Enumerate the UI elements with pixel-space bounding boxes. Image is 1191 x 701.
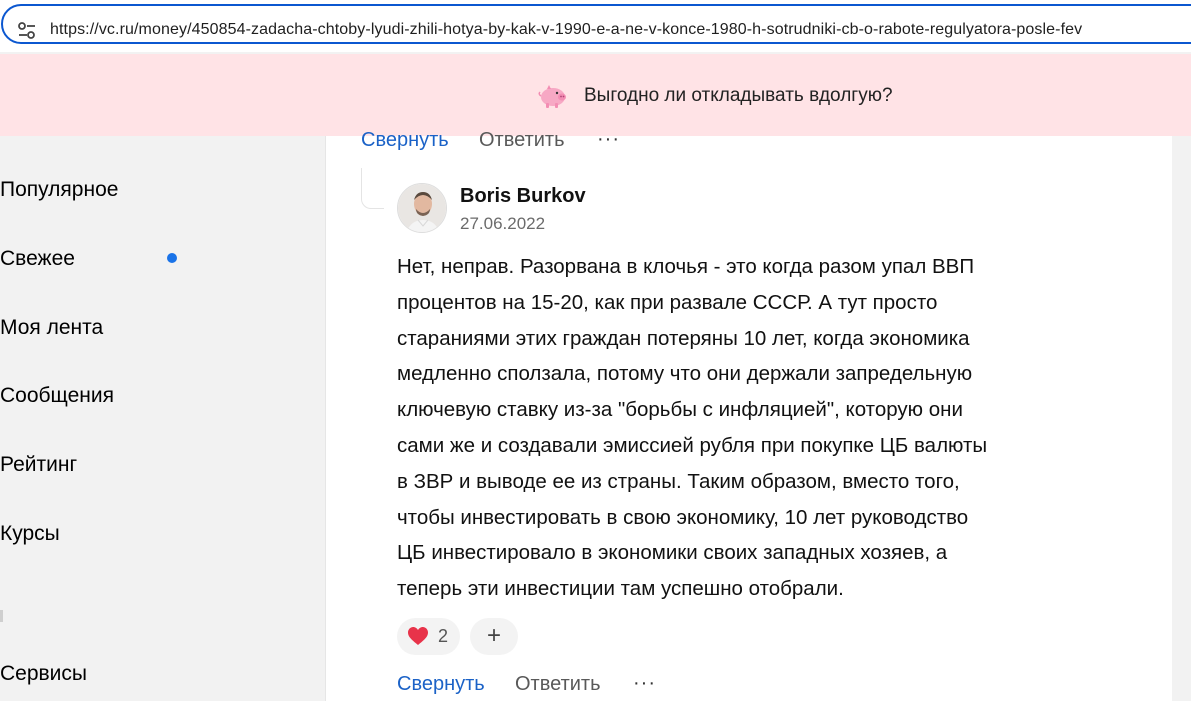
- comment-line: ЦБ инвестировало в экономики своих запад…: [397, 541, 948, 565]
- url-field[interactable]: https://vc.ru/money/450854-zadacha-chtob…: [1, 4, 1191, 44]
- address-bar: https://vc.ru/money/450854-zadacha-chtob…: [0, 0, 1191, 52]
- sidebar-item-rating[interactable]: Рейтинг: [0, 453, 77, 477]
- reply-button[interactable]: Ответить: [515, 673, 601, 696]
- url-text[interactable]: https://vc.ru/money/450854-zadacha-chtob…: [50, 21, 1082, 39]
- parent-reply-button[interactable]: Ответить: [479, 129, 565, 152]
- comment-line: Нет, неправ. Разорвана в клочья - это ко…: [397, 255, 975, 278]
- sidebar-divider: [0, 610, 3, 622]
- sidebar-item-courses[interactable]: Курсы: [0, 522, 60, 546]
- collapse-button[interactable]: Свернуть: [397, 673, 485, 696]
- comment-date[interactable]: 27.06.2022: [460, 214, 545, 234]
- more-icon[interactable]: ···: [633, 672, 656, 695]
- thread-connector: [361, 168, 384, 209]
- avatar[interactable]: [397, 183, 447, 233]
- comment-line: ключевую ставку из-за "борьбы с инфляцие…: [397, 398, 963, 422]
- comment-author[interactable]: Boris Burkov: [460, 185, 586, 208]
- piggy-bank-icon: [538, 85, 566, 108]
- comment-line: процентов на 15-20, как при развале СССР…: [397, 290, 938, 314]
- banner-text[interactable]: Выгодно ли откладывать вдолгую?: [584, 85, 893, 107]
- parent-more-icon[interactable]: ···: [597, 128, 620, 151]
- sidebar-item-popular[interactable]: Популярное: [0, 178, 118, 202]
- comment-text: Нет, неправ. Разорвана в клочья - это ко…: [397, 249, 1102, 607]
- tune-icon[interactable]: [17, 21, 37, 41]
- heart-icon: [408, 627, 428, 645]
- new-indicator-dot: [167, 253, 177, 263]
- avatar-photo-icon: [398, 184, 446, 232]
- comment-line: сами же и создавали эмиссией рубля при п…: [397, 433, 988, 457]
- sidebar-item-fresh[interactable]: Свежее: [0, 247, 75, 271]
- comment-line: теперь эти инвестиции там успешно отобра…: [397, 577, 844, 601]
- comment-line: чтобы инвестировать в свою экономику, 10…: [397, 505, 969, 529]
- sidebar: [0, 136, 292, 701]
- add-reaction-button[interactable]: +: [470, 618, 518, 655]
- reaction-count: 2: [438, 626, 449, 646]
- sidebar-item-services[interactable]: Сервисы: [0, 662, 87, 686]
- comment-line: в ЗВР и выводе ее из страны. Таким образ…: [397, 469, 960, 493]
- sidebar-item-messages[interactable]: Сообщения: [0, 384, 114, 408]
- comment-line: стараниями этих граждан потеряны 10 лет,…: [397, 326, 970, 350]
- heart-reaction-button[interactable]: 2: [397, 618, 460, 655]
- parent-collapse-button[interactable]: Свернуть: [361, 129, 449, 152]
- comment-line: медленно сползала, потому что они держал…: [397, 362, 973, 386]
- sidebar-item-my-feed[interactable]: Моя лента: [0, 316, 103, 340]
